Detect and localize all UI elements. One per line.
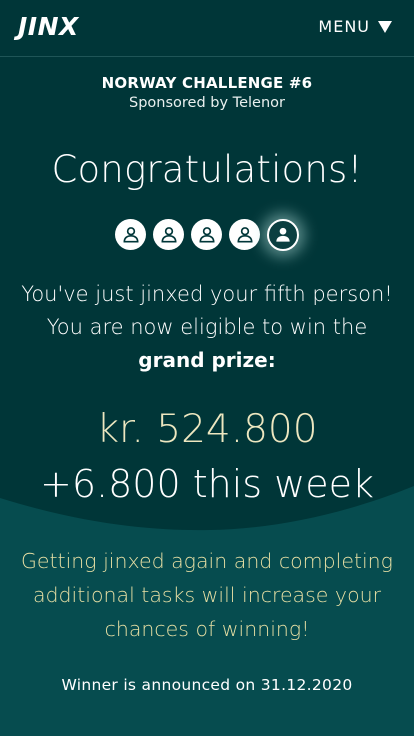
menu-button[interactable]: MENU: [318, 17, 392, 36]
message-line-3: grand prize:: [138, 348, 276, 372]
info-line-3: chances of winning!: [104, 617, 310, 641]
jinxed-persons-row: [0, 219, 414, 251]
info-line-1: Getting jinxed again and completing: [21, 549, 393, 573]
person-icon: [153, 219, 184, 250]
person-icon: [115, 219, 146, 250]
prize-amount: kr. 524.800: [96, 407, 318, 452]
congratulations-heading: Congratulations!: [51, 148, 363, 191]
message-line-1: You've just jinxed your fifth person!: [21, 282, 393, 306]
person-icon: [191, 219, 222, 250]
challenge-title: NORWAY CHALLENGE #6: [101, 74, 313, 92]
jinx-logo[interactable]: JINX: [18, 12, 79, 41]
sponsor-text: Sponsored by Telenor: [129, 95, 285, 111]
person-icon: [229, 219, 260, 250]
menu-label: MENU: [318, 17, 370, 36]
lower-panel-wave: [0, 486, 414, 736]
weekly-increase: +6.800 this week: [40, 462, 374, 506]
winner-announcement: Winner is announced on 31.12.2020: [61, 676, 353, 694]
caret-down-icon: [378, 20, 392, 33]
info-line-2: additional tasks will increase your: [32, 583, 382, 607]
person-icon-highlighted: [267, 219, 299, 251]
top-bar: JINX MENU: [0, 0, 414, 57]
message-line-2: You are now eligible to win the: [46, 315, 368, 339]
